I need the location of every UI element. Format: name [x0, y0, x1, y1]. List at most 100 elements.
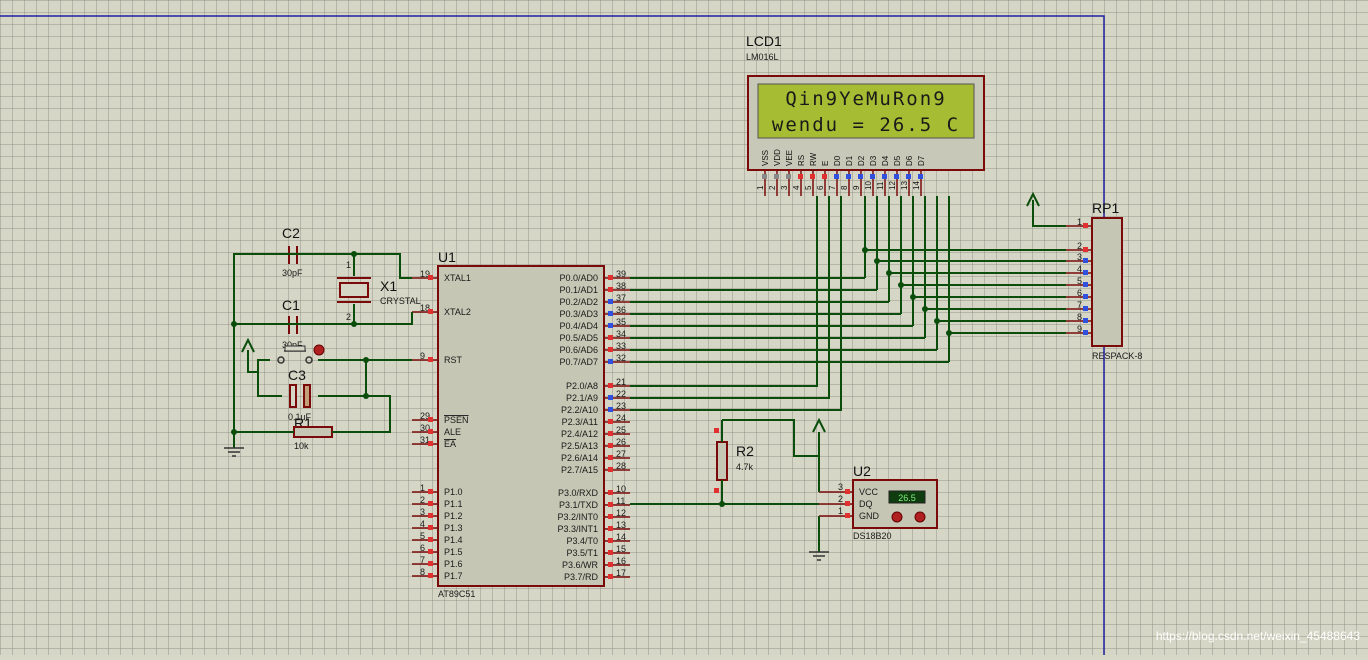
- u2-model: DS18B20: [853, 531, 892, 541]
- u2-pin-number: 3: [838, 482, 843, 492]
- c3-plate-a: [289, 384, 297, 408]
- x1-value: CRYSTAL: [380, 296, 421, 306]
- mcu-pin-number: 14: [616, 532, 626, 542]
- u2-pin-state: [845, 489, 850, 494]
- lcd-pin-label: E: [821, 161, 830, 166]
- mcu-pin-label: P2.5/A13: [561, 441, 598, 451]
- vcc-arrow-icon: [812, 417, 826, 433]
- reset-button-actuator[interactable]: [313, 344, 325, 356]
- schematic-canvas[interactable]: LCD1 LM016L Qin9YeMuRon9 wendu = 26.5 C …: [0, 0, 1368, 655]
- mcu-pin-state: [608, 550, 613, 555]
- mcu-pin-number: 3: [420, 507, 425, 517]
- u2-pin-state: [845, 501, 850, 506]
- mcu-pin-label: P2.0/A8: [566, 381, 598, 391]
- mcu-pin-label: EA: [444, 439, 456, 449]
- lcd-ref: LCD1: [746, 33, 782, 49]
- mcu-pin-label: P2.7/A15: [561, 465, 598, 475]
- lcd-pin-state: [810, 174, 815, 179]
- lcd-pin-label: VEE: [785, 150, 794, 166]
- mcu-pin-number: 26: [616, 437, 626, 447]
- u2-ref: U2: [853, 463, 871, 479]
- mcu-pin-number: 6: [420, 543, 425, 553]
- mcu-pin-state: [608, 311, 613, 316]
- rp1-pin-state: [1083, 223, 1088, 228]
- resistor-pack-rp1[interactable]: RP1 RESPACK-8 123456789: [1066, 200, 1142, 361]
- mcu-pin-state: [608, 419, 613, 424]
- rp1-pin-number: 3: [1077, 252, 1082, 262]
- mcu-pin-number: 4: [420, 519, 425, 529]
- mcu-pin-label: P0.7/AD7: [559, 357, 598, 367]
- u2-pin-state: [845, 513, 850, 518]
- lcd-pin-label: RS: [797, 155, 806, 166]
- rp1-model: RESPACK-8: [1092, 351, 1142, 361]
- lcd-module[interactable]: LCD1 LM016L Qin9YeMuRon9 wendu = 26.5 C …: [746, 33, 985, 196]
- mcu-pin-state: [608, 287, 613, 292]
- mcu-pin-number: 27: [616, 449, 626, 459]
- rp1-pin-number: 7: [1077, 300, 1082, 310]
- u2-pins: 3 VCC 2 DQ 1 GND: [819, 482, 880, 521]
- junction-dot: [363, 357, 369, 363]
- mcu-pin-number: 5: [420, 531, 425, 541]
- wire: [234, 312, 413, 325]
- junction-dot: [934, 318, 940, 324]
- mcu-pin-number: 8: [420, 567, 425, 577]
- r1-value: 10k: [294, 441, 309, 451]
- mcu-pin-number: 23: [616, 401, 626, 411]
- mcu-pin-label: P1.2: [444, 511, 463, 521]
- c2-ref: C2: [282, 225, 300, 241]
- lcd-pin-label: D5: [893, 155, 902, 166]
- lcd-pin-label: D7: [917, 155, 926, 166]
- u2-increase-button[interactable]: [914, 511, 926, 523]
- lcd-pin-number: 1: [756, 185, 765, 190]
- mcu-pin-label: P1.3: [444, 523, 463, 533]
- lcd-model: LM016L: [746, 52, 779, 62]
- lcd-line-1: Qin9YeMuRon9: [785, 88, 946, 110]
- mcu-pin-label: P0.2/AD2: [559, 297, 598, 307]
- sensor-ds18b20[interactable]: U2 DS18B20 26.5 3 VCC 2 DQ 1 GND: [819, 463, 938, 541]
- rp1-pin-state: [1083, 330, 1088, 335]
- wire: [247, 350, 270, 373]
- x1-body: [339, 282, 369, 298]
- mcu-pin-number: 22: [616, 389, 626, 399]
- mcu-pin-state: [428, 429, 433, 434]
- mcu-pin-state: [608, 538, 613, 543]
- mcu-model: AT89C51: [438, 589, 475, 599]
- r2-ref: R2: [736, 443, 754, 459]
- reset-button-contact-a: [277, 356, 285, 364]
- mcu-at89c51[interactable]: U1 AT89C51 19 XTAL118 XTAL29 RST29 PSEN30 ALE…: [412, 249, 630, 599]
- lcd-pin-state: [882, 174, 887, 179]
- lcd-pin-label: VSS: [761, 150, 770, 166]
- c3-ref: C3: [288, 367, 306, 383]
- mcu-pin-label: P0.3/AD3: [559, 309, 598, 319]
- mcu-pin-number: 39: [616, 269, 626, 279]
- mcu-pin-number: 36: [616, 305, 626, 315]
- lcd-pin-state: [858, 174, 863, 179]
- mcu-pin-number: 34: [616, 329, 626, 339]
- reset-button-contact-b: [305, 356, 313, 364]
- wire: [318, 360, 367, 397]
- u2-temp-value: 26.5: [898, 493, 916, 503]
- lcd-pin-state: [834, 174, 839, 179]
- lcd-pin-number: 14: [912, 181, 921, 190]
- lcd-pin-number: 2: [768, 185, 777, 190]
- mcu-pin-label: P2.3/A11: [562, 417, 598, 427]
- mcu-pin-state: [608, 455, 613, 460]
- lcd-pin-number: 6: [816, 185, 825, 190]
- mcu-pin-state: [608, 562, 613, 567]
- u2-decrease-button[interactable]: [891, 511, 903, 523]
- mcu-pin-label: ALE: [444, 427, 461, 437]
- mcu-pin-number: 25: [616, 425, 626, 435]
- mcu-pin-state: [608, 443, 613, 448]
- mcu-pin-number: 2: [420, 495, 425, 505]
- mcu-pin-label: P1.4: [444, 535, 463, 545]
- resistor-r2[interactable]: R2 4.7k: [716, 441, 754, 481]
- u2-pin-label: GND: [859, 511, 880, 521]
- mcu-pin-state: [428, 441, 433, 446]
- mcu-pin-label: XTAL2: [444, 307, 471, 317]
- wire: [332, 395, 391, 433]
- mcu-pin-number: 28: [616, 461, 626, 471]
- mcu-pin-state: [608, 395, 613, 400]
- lcd-pin-state: [846, 174, 851, 179]
- junction-dot: [719, 501, 725, 507]
- mcu-pin-state: [428, 561, 433, 566]
